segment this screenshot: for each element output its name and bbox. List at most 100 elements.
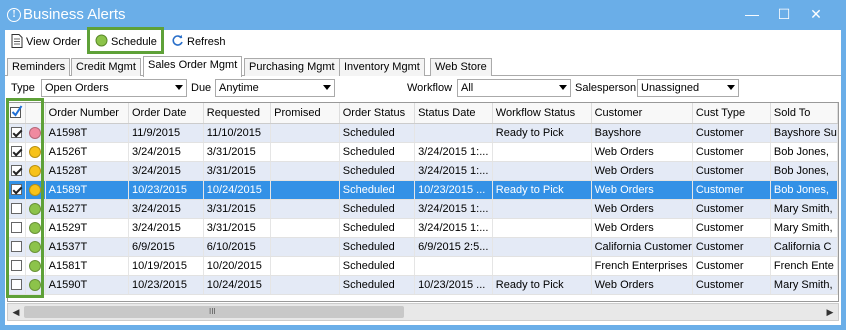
- column-header-requested[interactable]: Requested: [203, 103, 272, 124]
- table-row[interactable]: A1526T 3/24/2015 3/31/2015 Scheduled 3/24/20…: [8, 142, 838, 162]
- cell-order-number: A1590T: [45, 275, 129, 295]
- table-row[interactable]: A1528T 3/24/2015 3/31/2015 Scheduled 3/24/20…: [8, 161, 838, 181]
- tab-web-store[interactable]: Web Store: [430, 58, 492, 76]
- cell-requested: 11/10/2015: [203, 123, 272, 143]
- column-header-cust-type[interactable]: Cust Type: [692, 103, 771, 124]
- cell-order-status: Scheduled: [339, 237, 416, 257]
- cell-order-number: A1529T: [45, 218, 129, 238]
- window-client-area: View Order Schedule Refresh Reminders Cr…: [5, 27, 841, 325]
- cell-order-status: Scheduled: [339, 123, 416, 143]
- table-row[interactable]: A1589T 10/23/2015 10/24/2015 Scheduled 10/23…: [8, 180, 838, 200]
- cell-sold-to: Bob Jones,: [770, 142, 838, 162]
- document-icon: [11, 33, 23, 51]
- cell-customer: Web Orders: [591, 218, 693, 238]
- minimize-button[interactable]: —: [740, 4, 764, 24]
- cell-cust-type: Customer: [692, 161, 771, 181]
- tab-inventory-mgmt[interactable]: Inventory Mgmt: [339, 58, 425, 76]
- table-row[interactable]: A1590T 10/23/2015 10/24/2015 Scheduled 10/23…: [8, 275, 838, 295]
- column-header-order-status[interactable]: Order Status: [339, 103, 416, 124]
- cell-order-date: 3/24/2015: [128, 142, 204, 162]
- salesperson-select[interactable]: Unassigned: [637, 79, 739, 97]
- cell-order-number: A1598T: [45, 123, 129, 143]
- type-label: Type: [11, 82, 35, 94]
- cell-requested: 3/31/2015: [203, 218, 272, 238]
- column-header-order-number[interactable]: Order Number: [45, 103, 129, 124]
- tab-credit-mgmt[interactable]: Credit Mgmt: [71, 58, 141, 76]
- cell-cust-type: Customer: [692, 142, 771, 162]
- cell-promised: [270, 237, 340, 257]
- table-row[interactable]: A1537T 6/9/2015 6/10/2015 Scheduled 6/9/2015…: [8, 237, 838, 257]
- column-header-status-date[interactable]: Status Date: [414, 103, 493, 124]
- type-select[interactable]: Open Orders: [41, 79, 187, 97]
- table-row[interactable]: A1581T 10/19/2015 10/20/2015 Scheduled Frenc…: [8, 256, 838, 276]
- scroll-right-arrow-icon[interactable]: ▶: [823, 305, 837, 319]
- cell-status-date: 6/9/2015 2:5...: [414, 237, 493, 257]
- cell-workflow-status: [492, 237, 592, 257]
- cell-cust-type: Customer: [692, 275, 771, 295]
- business-alerts-window: ! Business Alerts — ☐ ✕ View Order Sched…: [0, 0, 846, 330]
- tab-reminders[interactable]: Reminders: [7, 58, 71, 76]
- column-header-promised[interactable]: Promised: [270, 103, 340, 124]
- column-header-order-date[interactable]: Order Date: [128, 103, 204, 124]
- cell-sold-to: French Ente: [770, 256, 838, 276]
- cell-order-status: Scheduled: [339, 275, 416, 295]
- cell-customer: Web Orders: [591, 275, 693, 295]
- view-order-button[interactable]: View Order: [11, 32, 81, 52]
- alert-info-icon: !: [7, 8, 21, 22]
- cell-status-date: 3/24/2015 1:...: [414, 142, 493, 162]
- tab-purchasing-mgmt[interactable]: Purchasing Mgmt: [244, 58, 340, 76]
- cell-order-status: Scheduled: [339, 180, 416, 200]
- filter-bar: Type Open Orders Due Anytime Workflow Al…: [5, 77, 841, 99]
- column-header-customer[interactable]: Customer: [591, 103, 693, 124]
- cell-promised: [270, 199, 340, 219]
- table-header-row: Order Number Order Date Requested Promis…: [8, 103, 838, 124]
- table-row[interactable]: A1527T 3/24/2015 3/31/2015 Scheduled 3/24/20…: [8, 199, 838, 219]
- workflow-label: Workflow: [407, 82, 453, 94]
- cell-order-number: A1581T: [45, 256, 129, 276]
- due-label: Due: [191, 82, 212, 94]
- refresh-button[interactable]: Refresh: [171, 32, 226, 52]
- workflow-select[interactable]: All: [457, 79, 571, 97]
- cell-order-number: A1528T: [45, 161, 129, 181]
- salesperson-label: Salesperson: [575, 82, 637, 94]
- cell-cust-type: Customer: [692, 123, 771, 143]
- cell-order-date: 6/9/2015: [128, 237, 204, 257]
- cell-cust-type: Customer: [692, 199, 771, 219]
- table-row[interactable]: A1598T 11/9/2015 11/10/2015 Scheduled Ready …: [8, 123, 838, 143]
- schedule-highlight-box: [87, 27, 164, 54]
- column-header-workflow-status[interactable]: Workflow Status: [492, 103, 592, 124]
- cell-order-status: Scheduled: [339, 218, 416, 238]
- cell-promised: [270, 275, 340, 295]
- cell-sold-to: Bayshore Su: [770, 123, 838, 143]
- scrollbar-thumb[interactable]: III: [24, 306, 404, 318]
- cell-order-status: Scheduled: [339, 161, 416, 181]
- scroll-left-arrow-icon[interactable]: ◀: [9, 305, 23, 319]
- maximize-button[interactable]: ☐: [772, 4, 796, 24]
- alert-tabs: Reminders Credit Mgmt Sales Order Mgmt P…: [5, 56, 841, 77]
- cell-promised: [270, 180, 340, 200]
- column-header-sold-to[interactable]: Sold To: [770, 103, 838, 124]
- due-select[interactable]: Anytime: [215, 79, 335, 97]
- cell-customer: Web Orders: [591, 180, 693, 200]
- cell-workflow-status: Ready to Pick: [492, 123, 592, 143]
- refresh-icon: [171, 34, 184, 50]
- cell-order-status: Scheduled: [339, 256, 416, 276]
- cell-order-number: A1537T: [45, 237, 129, 257]
- cell-requested: 3/31/2015: [203, 199, 272, 219]
- cell-order-date: 3/24/2015: [128, 199, 204, 219]
- cell-status-date: [414, 256, 493, 276]
- cell-requested: 10/24/2015: [203, 180, 272, 200]
- cell-promised: [270, 142, 340, 162]
- cell-sold-to: Mary Smith,: [770, 275, 838, 295]
- cell-customer: Web Orders: [591, 142, 693, 162]
- cell-status-date: 3/24/2015 1:...: [414, 199, 493, 219]
- cell-promised: [270, 161, 340, 181]
- tab-sales-order-mgmt[interactable]: Sales Order Mgmt: [143, 56, 243, 77]
- table-row[interactable]: A1529T 3/24/2015 3/31/2015 Scheduled 3/24/20…: [8, 218, 838, 238]
- type-select-value: Open Orders: [45, 82, 109, 94]
- close-button[interactable]: ✕: [804, 4, 828, 24]
- cell-sold-to: California C: [770, 237, 838, 257]
- horizontal-scrollbar[interactable]: ◀ III ▶: [7, 303, 839, 321]
- cell-customer: California Customer: [591, 237, 693, 257]
- cell-sold-to: Bob Jones,: [770, 161, 838, 181]
